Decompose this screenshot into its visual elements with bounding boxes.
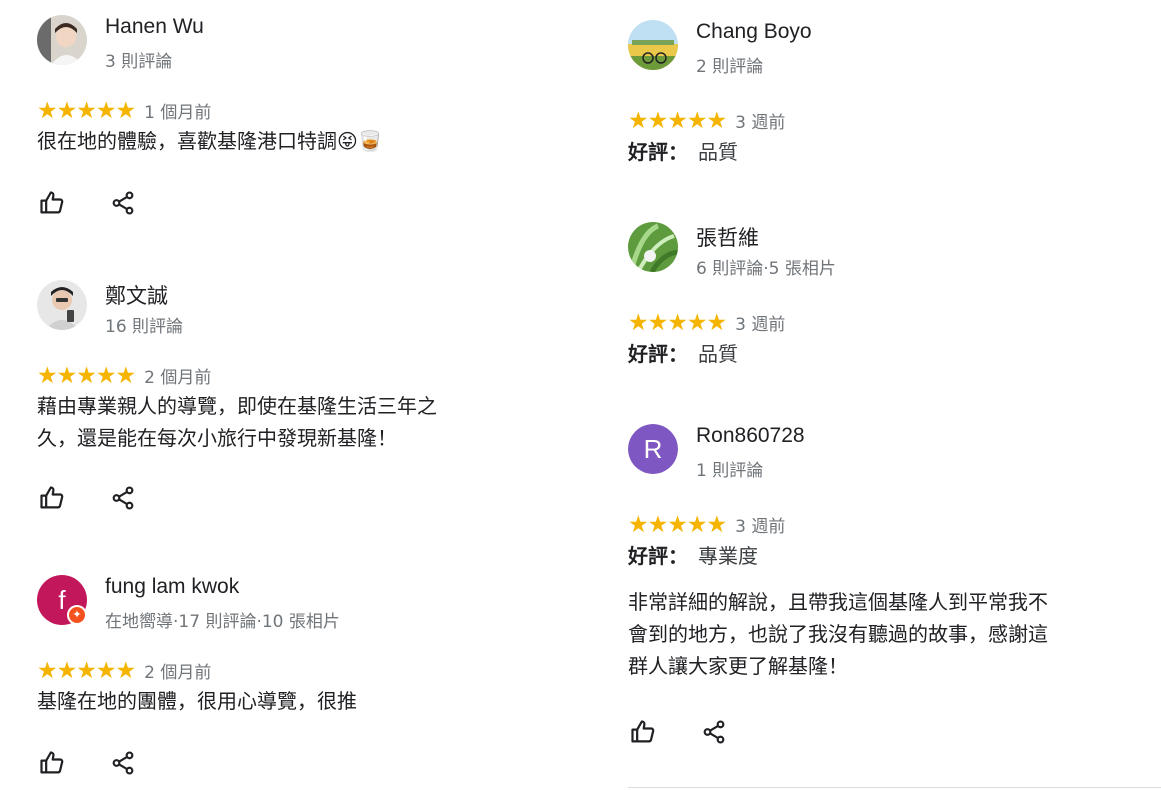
thumbs-up-icon (631, 720, 655, 743)
thumbs-up-icon (40, 191, 64, 214)
reviewer-name[interactable]: 張哲維 (696, 222, 759, 252)
reviewer-name[interactable]: fung lam kwok (105, 575, 239, 599)
reviewer-meta: 6 則評論·5 張相片 (696, 259, 836, 279)
star-rating: ★★★★★ (37, 657, 136, 684)
review-text: 非常詳細的解說，且帶我這個基隆人到平常我不 會到的地方，也說了我沒有聽過的故事，… (628, 586, 1118, 682)
reviewer-meta: 3 則評論 (105, 52, 173, 72)
rating-row: ★★★★★ 1 個月前 (37, 97, 212, 124)
aspect-value: 品質 (698, 342, 738, 366)
like-button[interactable] (37, 188, 67, 218)
review-actions (37, 748, 138, 778)
avatar[interactable] (37, 280, 87, 330)
reviewer-name[interactable]: 鄭文誠 (105, 280, 168, 310)
review-time: 2 個月前 (144, 663, 212, 683)
review-text-line: 藉由專業親人的導覽，即使在基隆生活三年之 (37, 394, 437, 418)
aspect-row: 好評： 專業度 (628, 540, 758, 569)
aspect-label: 好評： (628, 544, 688, 568)
thumbs-up-icon (40, 751, 64, 774)
review-text: 很在地的體驗，喜歡基隆港口特調😝🥃 (37, 129, 383, 153)
review-time: 3 週前 (735, 315, 786, 335)
review-text-line: 會到的地方，也說了我沒有聽過的故事，感謝這 (628, 622, 1048, 646)
share-icon (703, 720, 725, 744)
rating-row: ★★★★★ 2 個月前 (37, 362, 212, 389)
like-button[interactable] (628, 717, 658, 747)
review-time: 2 個月前 (144, 368, 212, 388)
review-text: 藉由專業親人的導覽，即使在基隆生活三年之 久，還是能在每次小旅行中發現新基隆！ (37, 390, 527, 454)
thumbs-up-icon (40, 486, 64, 509)
star-rating: ★★★★★ (628, 107, 727, 134)
aspect-label: 好評： (628, 140, 688, 164)
avatar[interactable] (628, 222, 678, 272)
star-rating: ★★★★★ (37, 362, 136, 389)
rating-row: ★★★★★ 3 週前 (628, 107, 786, 134)
share-button[interactable] (108, 188, 138, 218)
review-text-line: 群人讓大家更了解基隆！ (628, 654, 848, 678)
avatar[interactable] (37, 15, 87, 65)
review-actions (37, 188, 138, 218)
share-button[interactable] (699, 717, 729, 747)
review-time: 3 週前 (735, 113, 786, 133)
review-actions (628, 717, 729, 747)
review-time: 3 週前 (735, 517, 786, 537)
avatar-letter: R (628, 424, 678, 474)
reviewer-name[interactable]: Chang Boyo (696, 20, 812, 44)
reviewer-meta: 在地嚮導·17 則評論·10 張相片 (105, 612, 340, 632)
reviewer-meta: 2 則評論 (696, 57, 764, 77)
aspect-row: 好評： 品質 (628, 338, 738, 367)
star-rating: ★★★★★ (37, 97, 136, 124)
reviewer-meta: 16 則評論 (105, 317, 184, 337)
review-text-line: 非常詳細的解說，且帶我這個基隆人到平常我不 (628, 590, 1048, 614)
reviewer-name[interactable]: Hanen Wu (105, 15, 204, 39)
rating-row: ★★★★★ 3 週前 (628, 309, 786, 336)
rating-row: ★★★★★ 3 週前 (628, 511, 786, 538)
like-button[interactable] (37, 748, 67, 778)
review-text-line: 久，還是能在每次小旅行中發現新基隆！ (37, 426, 397, 450)
avatar[interactable] (628, 20, 678, 70)
local-guide-badge-icon: ✦ (67, 605, 87, 625)
share-icon (112, 191, 134, 215)
aspect-value: 專業度 (698, 544, 758, 568)
review-time: 1 個月前 (144, 103, 212, 123)
review-actions (37, 483, 138, 513)
share-button[interactable] (108, 748, 138, 778)
reviewer-name[interactable]: Ron860728 (696, 424, 805, 448)
reviewer-meta: 1 則評論 (696, 461, 764, 481)
star-rating: ★★★★★ (628, 511, 727, 538)
rating-row: ★★★★★ 2 個月前 (37, 657, 212, 684)
divider (628, 787, 1161, 788)
share-icon (112, 486, 134, 510)
share-icon (112, 751, 134, 775)
avatar[interactable]: R (628, 424, 678, 474)
aspect-row: 好評： 品質 (628, 136, 738, 165)
avatar[interactable]: f ✦ (37, 575, 87, 625)
like-button[interactable] (37, 483, 67, 513)
aspect-label: 好評： (628, 342, 688, 366)
star-rating: ★★★★★ (628, 309, 727, 336)
review-text: 基隆在地的團體，很用心導覽，很推 (37, 689, 357, 713)
aspect-value: 品質 (698, 140, 738, 164)
share-button[interactable] (108, 483, 138, 513)
